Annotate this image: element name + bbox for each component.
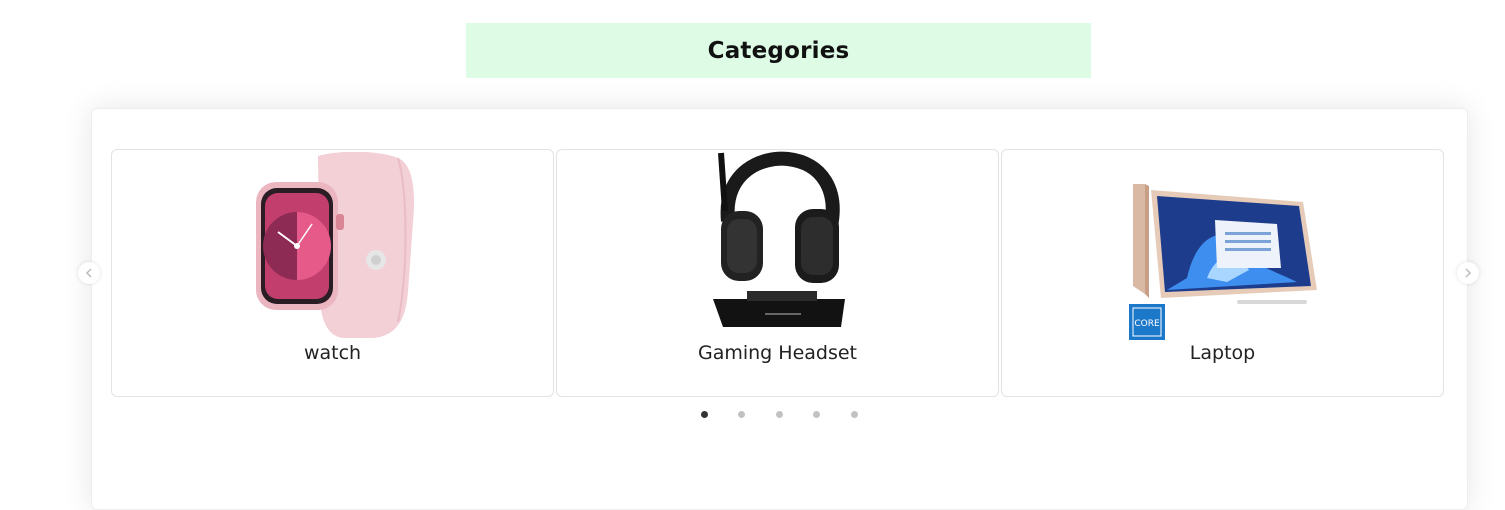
categories-heading-bar: Categories — [466, 23, 1091, 78]
category-label: watch — [303, 342, 362, 364]
carousel-prev-button[interactable] — [78, 262, 100, 284]
carousel-dot-3[interactable] — [776, 411, 783, 418]
gaming-headset-image — [712, 151, 845, 327]
smartwatch-image — [255, 152, 414, 338]
category-label: Gaming Headset — [697, 342, 857, 364]
carousel-next-button[interactable] — [1457, 262, 1479, 284]
category-label: Laptop — [1189, 342, 1256, 364]
carousel-dot-2[interactable] — [738, 411, 745, 418]
svg-text:CORE: CORE — [1134, 319, 1160, 329]
category-card-gaming-headset[interactable]: Gaming Headset — [556, 149, 999, 397]
page-title: Categories — [707, 37, 850, 64]
carousel-dot-1[interactable] — [701, 411, 708, 418]
category-card-laptop[interactable]: CORE Laptop — [1001, 149, 1444, 397]
carousel-dot-4[interactable] — [813, 411, 820, 418]
chevron-right-icon — [1465, 268, 1472, 278]
laptop-image: CORE — [1128, 184, 1317, 340]
carousel-dot-5[interactable] — [851, 411, 858, 418]
chevron-left-icon — [85, 268, 92, 278]
category-card-watch[interactable]: watch — [111, 149, 554, 397]
